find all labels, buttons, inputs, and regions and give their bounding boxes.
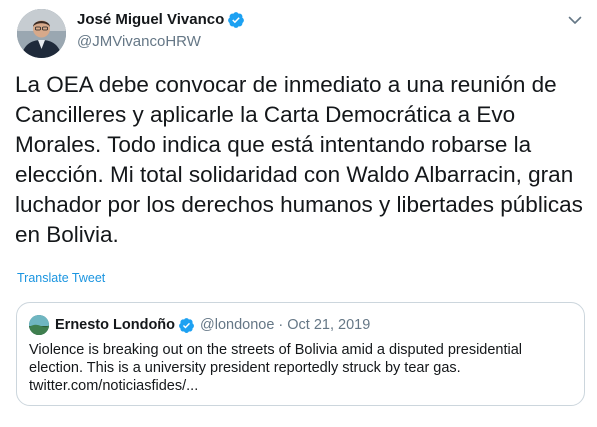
translate-tweet-link[interactable]: Translate Tweet (17, 271, 105, 285)
verified-badge-icon (179, 317, 194, 333)
verified-badge-icon (228, 12, 245, 28)
quoted-tweet-line: election. This is a university president… (29, 360, 461, 376)
tweet-text: La OEA debe convocar de inmediato a una … (15, 72, 583, 247)
quoted-tweet-link[interactable]: twitter.com/noticiasfides/... (29, 377, 574, 395)
tweet: José Miguel Vivanco @JMVivancoHRW La OEA… (0, 0, 597, 427)
quoted-tweet-text: Violence is breaking out on the streets … (29, 341, 574, 395)
chevron-down-icon[interactable] (567, 12, 583, 28)
author-handle[interactable]: @JMVivancoHRW (77, 32, 201, 52)
quoted-tweet[interactable]: Ernesto Londoño @londonoe · Oct 21, 2019… (16, 302, 585, 406)
author-display-name[interactable]: José Miguel Vivanco (77, 10, 224, 30)
quoted-author-handle: @londonoe (200, 317, 275, 333)
author-name-row[interactable]: José Miguel Vivanco (77, 10, 245, 30)
author-avatar[interactable] (17, 9, 66, 58)
quoted-author-display-name: Ernesto Londoño (55, 317, 176, 333)
quoted-author-avatar (29, 315, 49, 335)
separator-dot: · (278, 317, 284, 333)
quoted-tweet-line: Violence is breaking out on the streets … (29, 342, 523, 358)
quoted-tweet-date: Oct 21, 2019 (287, 317, 371, 333)
quoted-tweet-header: Ernesto Londoño @londonoe · Oct 21, 2019 (29, 315, 370, 335)
